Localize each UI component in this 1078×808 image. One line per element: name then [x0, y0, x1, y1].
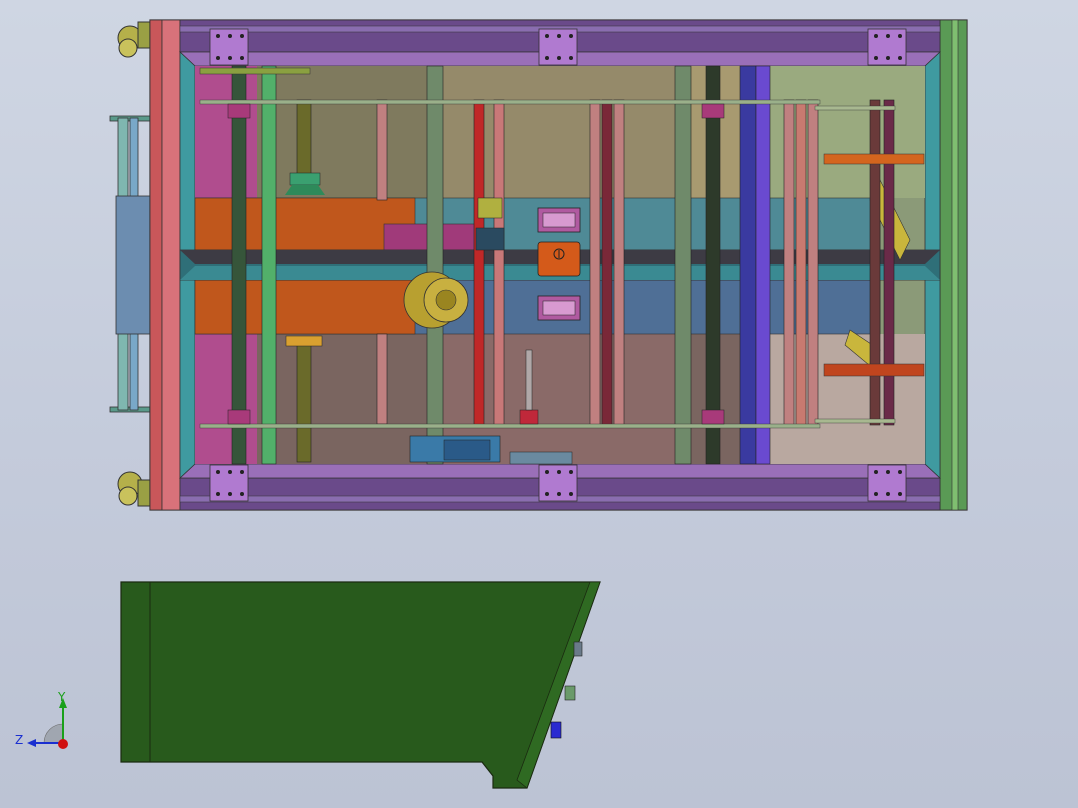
hinge-top-right [867, 28, 907, 66]
left-post-inner [161, 19, 181, 511]
caster-wheel-bottom [117, 471, 151, 507]
left-post-outer [149, 19, 163, 511]
orange-plate-lower [194, 279, 416, 335]
side-knob-middle [564, 685, 576, 701]
left-slide-rail [109, 115, 153, 413]
orange-plate-upper [194, 197, 416, 251]
cad-model-canvas[interactable]: Y Z [0, 0, 1078, 808]
side-knob-lower [550, 721, 562, 739]
enclosure-side-view[interactable] [120, 581, 601, 789]
hinge-top-left [209, 28, 249, 66]
caster-wheel-top [117, 21, 151, 58]
hinge-top-center [538, 28, 578, 66]
hinge-bottom-left [209, 464, 249, 502]
machine-frame-top-view[interactable] [109, 19, 968, 511]
side-knob-upper [573, 641, 583, 657]
z-axis-arrow-icon [27, 739, 36, 747]
origin-dot [58, 739, 68, 749]
hinge-bottom-center [538, 464, 578, 502]
y-axis-label: Y [57, 690, 66, 704]
hinge-bottom-right [867, 464, 907, 502]
z-axis-label: Z [15, 733, 23, 747]
cad-graphics-viewport[interactable]: Y Z [0, 0, 1078, 808]
coordinate-triad: Y Z [15, 690, 68, 749]
center-controls [537, 207, 581, 321]
